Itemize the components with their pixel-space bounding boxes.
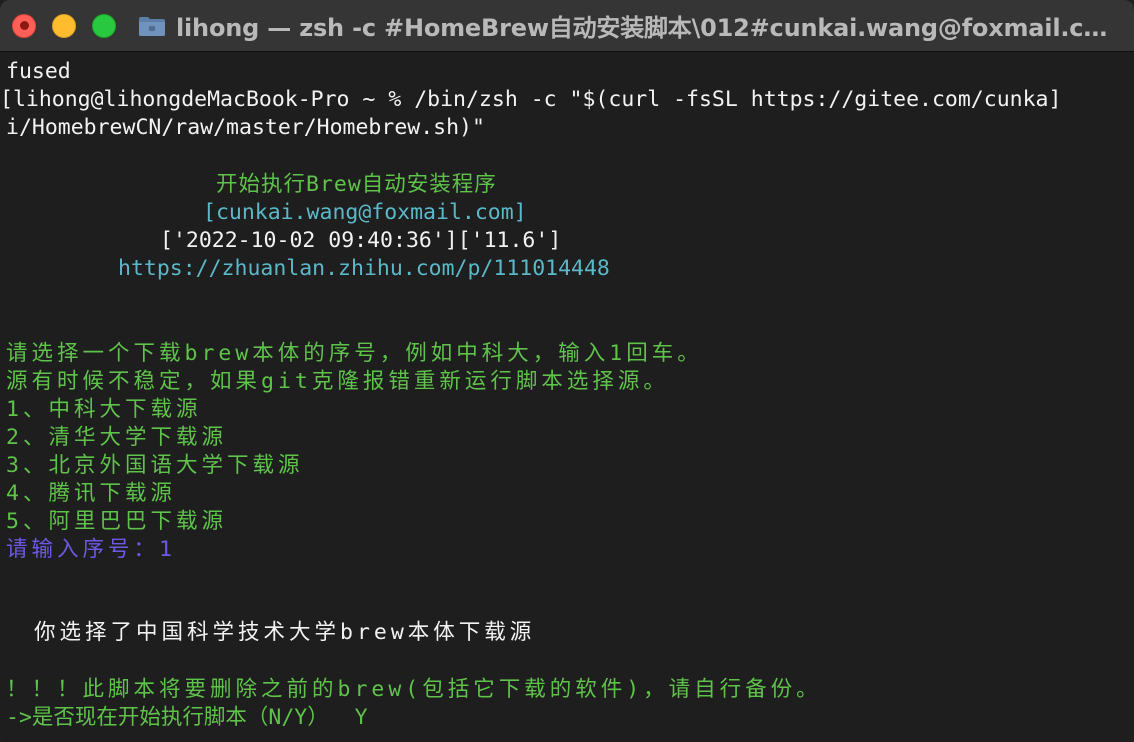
banner-url: https://zhuanlan.zhihu.com/p/111014448 <box>118 256 610 281</box>
window-title: lihong — zsh -c #HomeBrew自动安装脚本\012#cunk… <box>176 14 1116 42</box>
option-item: 2、清华大学下载源 <box>6 425 227 450</box>
prompt-note: 源有时候不稳定，如果git克隆报错重新运行脚本选择源。 <box>6 369 669 394</box>
confirm-prompt: ->是否现在开始执行脚本（N/Y） Y <box>6 705 368 730</box>
option-item: 1、中科大下载源 <box>6 397 202 422</box>
option-item: 4、腾讯下载源 <box>6 481 176 506</box>
minimize-button[interactable] <box>52 13 76 38</box>
prompt-choose: 请选择一个下载brew本体的序号，例如中科大，输入1回车。 <box>6 341 703 366</box>
banner-email: [cunkai.wang@foxmail.com] <box>203 200 527 225</box>
title-bar[interactable]: lihong — zsh -c #HomeBrew自动安装脚本\012#cunk… <box>0 0 1134 52</box>
close-dot-icon <box>19 21 29 30</box>
banner-title: 开始执行Brew自动安装程序 <box>216 172 497 197</box>
maximize-button[interactable] <box>92 13 116 38</box>
warning-message: ！！！此脚本将要删除之前的brew(包括它下载的软件)，请自行备份。 <box>6 677 822 702</box>
folder-icon <box>138 14 168 38</box>
terminal-output[interactable]: fused [lihong@lihongdeMacBook-Pro ~ % /b… <box>0 58 1134 742</box>
option-item: 3、北京外国语大学下载源 <box>6 453 304 478</box>
option-item: 5、阿里巴巴下载源 <box>6 509 227 534</box>
banner-date: ['2022-10-02 09:40:36']['11.6'] <box>160 228 562 253</box>
selected-message: 你选择了中国科学技术大学brew本体下载源 <box>34 620 536 645</box>
window-controls <box>12 13 132 38</box>
terminal-window: lihong — zsh -c #HomeBrew自动安装脚本\012#cunk… <box>0 0 1134 742</box>
input-prompt: 请输入序号：1 <box>6 537 176 562</box>
command-line-1: [lihong@lihongdeMacBook-Pro ~ % /bin/zsh… <box>0 87 1062 112</box>
output-line-fused: fused <box>6 59 71 84</box>
command-line-2: i/HomebrewCN/raw/master/Homebrew.sh)" <box>6 115 485 140</box>
close-button[interactable] <box>12 13 36 38</box>
